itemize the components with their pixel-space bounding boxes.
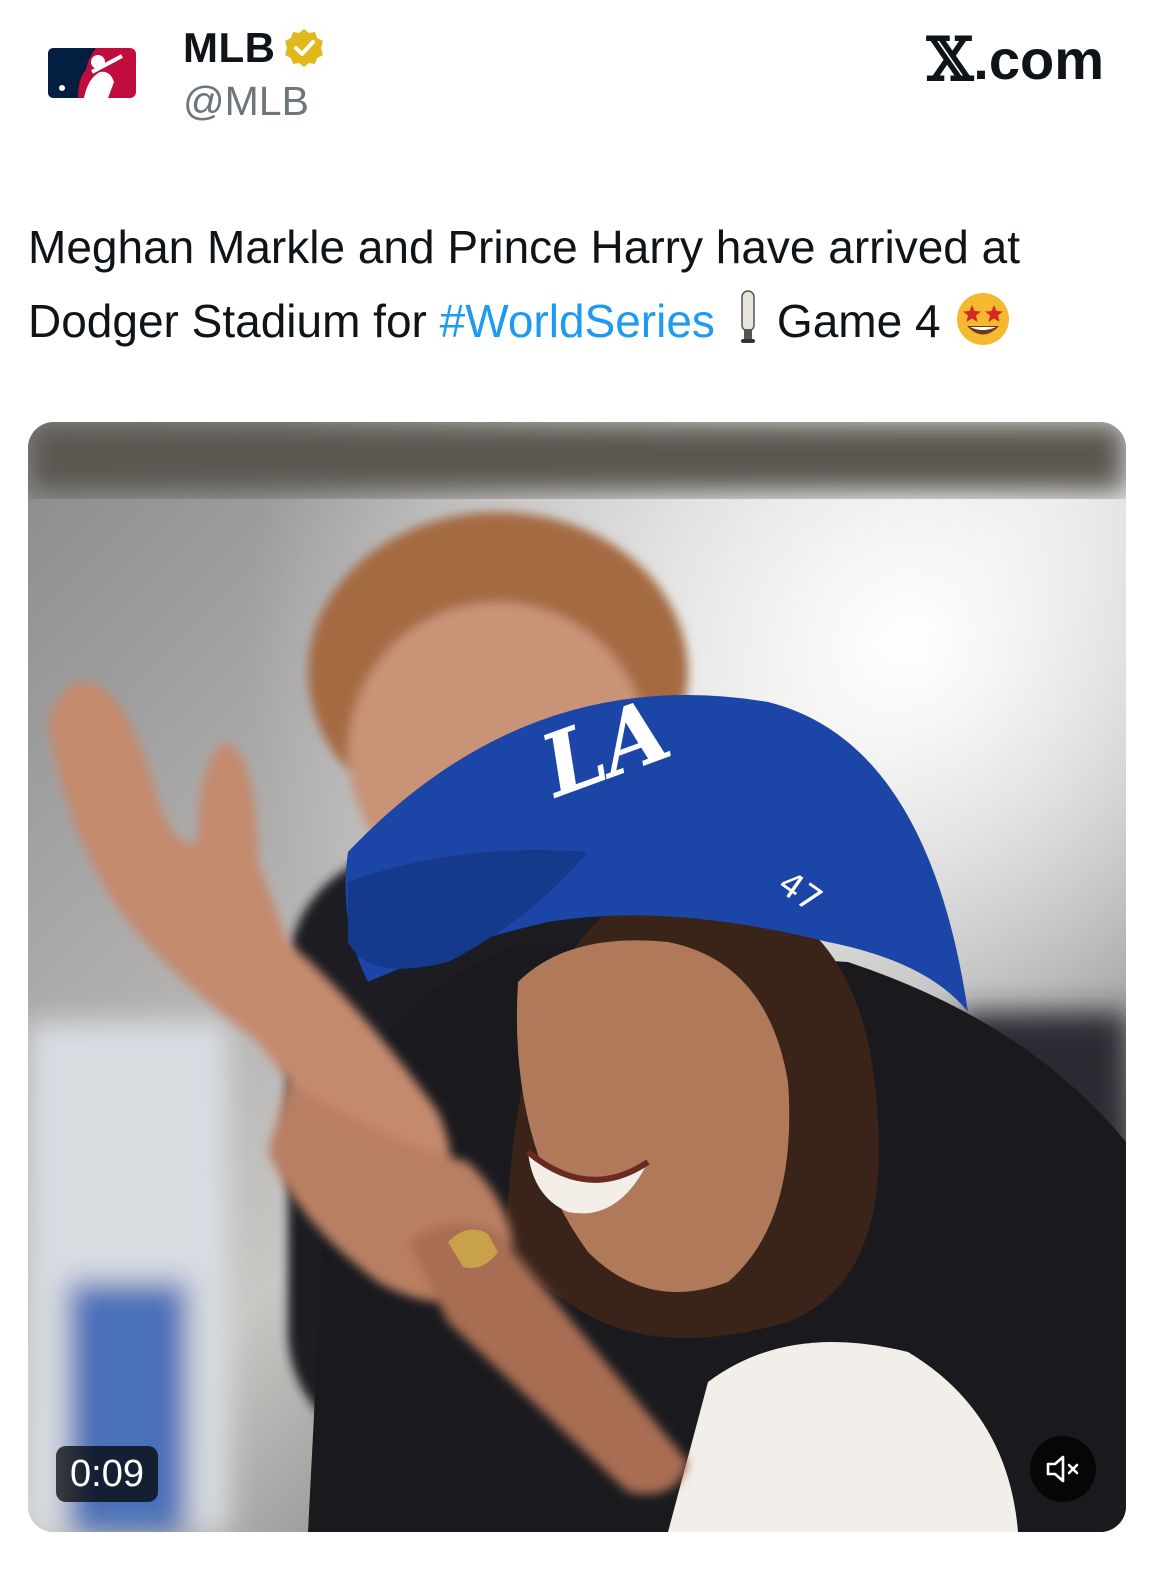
video-duration: 0:09 [56,1446,158,1502]
account-handle[interactable]: @MLB [183,78,309,124]
tweet-header: MLB @MLB 𝕏 .com [0,0,1170,150]
baseball-bat-icon [737,289,759,345]
tweet-text: Meghan Markle and Prince Harry have arri… [28,210,1138,358]
account-name-row: MLB [183,24,325,72]
hashtag-link[interactable]: #WorldSeries [440,295,715,347]
mlb-logo-icon[interactable] [48,48,136,98]
brand-domain: .com [973,28,1104,91]
verified-badge-icon [283,27,325,69]
tweet-text-game: Game 4 [776,295,941,347]
star-struck-icon [955,291,1011,347]
mute-toggle-button[interactable] [1030,1436,1096,1502]
x-brand[interactable]: 𝕏 .com [926,25,1104,95]
video-frame: LA 47 [28,422,1126,1532]
x-logo-icon: 𝕏 [926,25,974,95]
speaker-muted-icon [1046,1455,1079,1483]
display-name[interactable]: MLB [183,24,275,72]
video-player[interactable]: LA 47 0:09 [28,422,1126,1532]
